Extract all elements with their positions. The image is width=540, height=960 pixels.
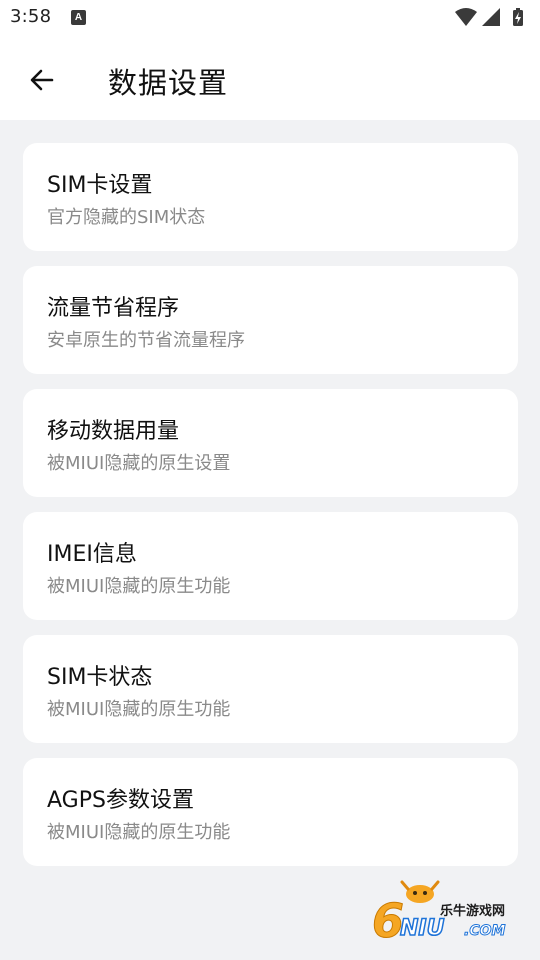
- list-item-title: 流量节省程序: [47, 296, 180, 321]
- watermark: 6 NIU .COM 乐牛游戏网: [372, 880, 522, 942]
- svg-text:.COM: .COM: [464, 923, 505, 939]
- list-item-title: IMEI信息: [47, 542, 137, 567]
- arrow-left-icon: [30, 69, 54, 91]
- list-item-data-saver[interactable]: 流量节省程序 安卓原生的节省流量程序: [23, 266, 518, 374]
- battery-charging-icon: [513, 8, 523, 26]
- list-item-subtitle: 被MIUI隐藏的原生功能: [47, 822, 231, 843]
- list-item-title: 移动数据用量: [47, 419, 180, 444]
- list-item-mobile-data-usage[interactable]: 移动数据用量 被MIUI隐藏的原生设置: [23, 389, 518, 497]
- list-item-subtitle: 官方隐藏的SIM状态: [47, 207, 206, 228]
- svg-text:NIU: NIU: [400, 916, 445, 941]
- status-bar: 3:58 A: [0, 0, 540, 38]
- wifi-icon: [455, 8, 477, 26]
- status-time: 3:58: [10, 6, 52, 27]
- list-item-subtitle: 被MIUI隐藏的原生设置: [47, 453, 231, 474]
- list-item-title: AGPS参数设置: [47, 788, 194, 813]
- back-button[interactable]: [20, 58, 64, 102]
- list-item-sim-settings[interactable]: SIM卡设置 官方隐藏的SIM状态: [23, 143, 518, 251]
- watermark-name: 乐牛游戏网: [440, 904, 506, 919]
- signal-icon: [482, 8, 500, 26]
- list-item-subtitle: 安卓原生的节省流量程序: [47, 330, 245, 351]
- list-item-subtitle: 被MIUI隐藏的原生功能: [47, 576, 231, 597]
- settings-list: SIM卡设置 官方隐藏的SIM状态 流量节省程序 安卓原生的节省流量程序 移动数…: [23, 143, 518, 881]
- status-icons: [455, 7, 530, 29]
- list-item-title: SIM卡状态: [47, 665, 153, 690]
- a-icon: A: [71, 10, 86, 25]
- list-item-sim-status[interactable]: SIM卡状态 被MIUI隐藏的原生功能: [23, 635, 518, 743]
- app-bar: 数据设置: [0, 38, 540, 120]
- list-item-subtitle: 被MIUI隐藏的原生功能: [47, 699, 231, 720]
- list-item-imei-info[interactable]: IMEI信息 被MIUI隐藏的原生功能: [23, 512, 518, 620]
- list-item-title: SIM卡设置: [47, 173, 153, 198]
- list-item-agps-settings[interactable]: AGPS参数设置 被MIUI隐藏的原生功能: [23, 758, 518, 866]
- page-title: 数据设置: [108, 66, 229, 100]
